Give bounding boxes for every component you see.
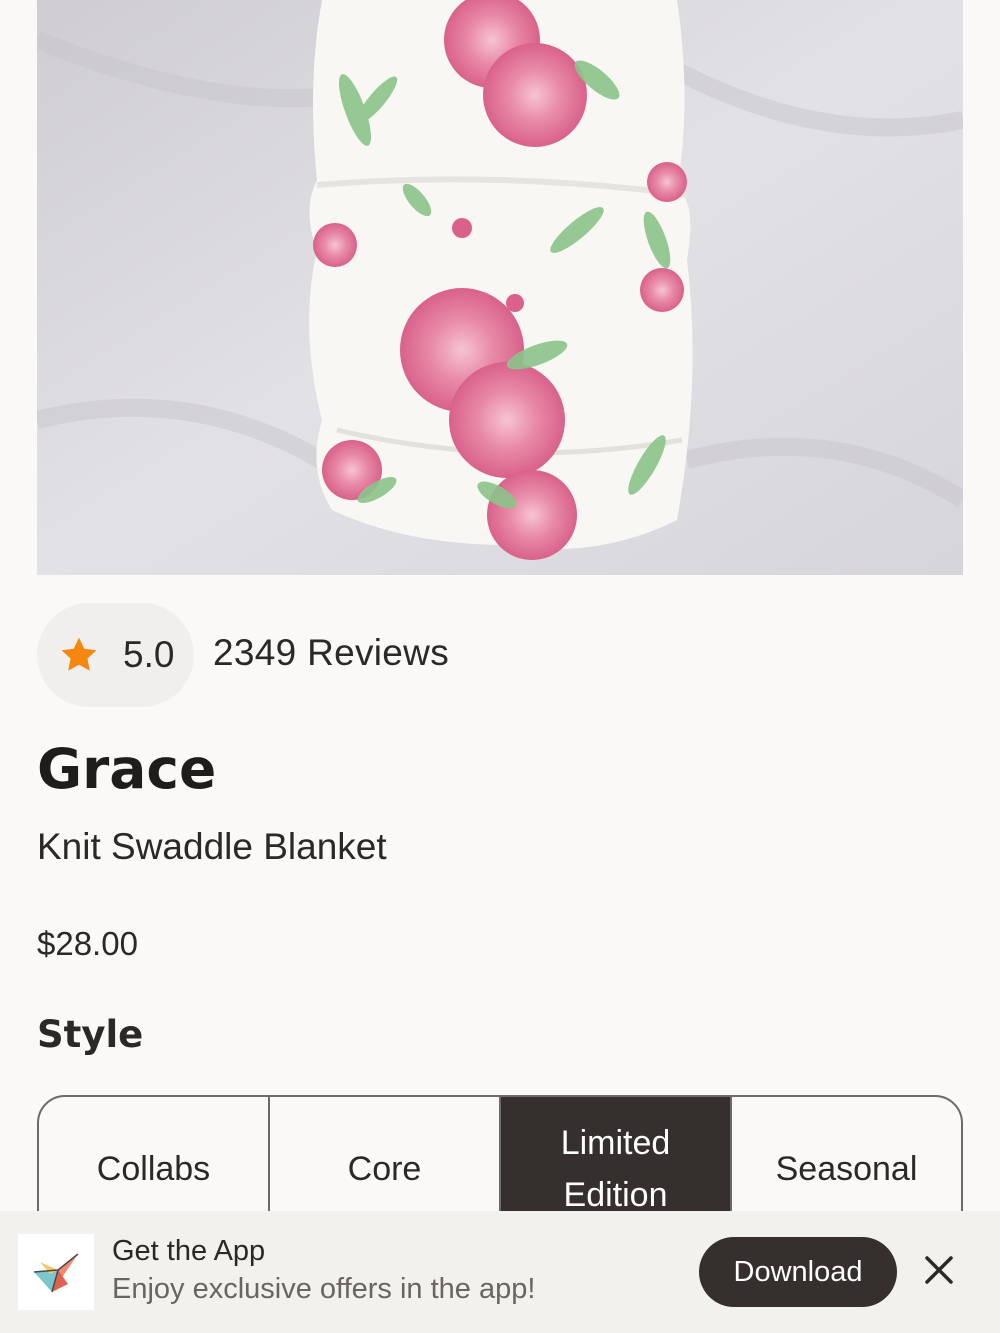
rating-badge[interactable]: 5.0 <box>37 603 194 707</box>
app-download-banner: Get the App Enjoy exclusive offers in th… <box>0 1211 1000 1333</box>
app-banner-description: Enjoy exclusive offers in the app! <box>112 1273 536 1305</box>
product-subtitle: Knit Swaddle Blanket <box>37 826 387 867</box>
star-icon <box>61 637 97 671</box>
app-logo <box>18 1234 94 1310</box>
close-icon[interactable] <box>922 1253 956 1287</box>
product-price: $28.00 <box>37 925 138 962</box>
swaddle-photo <box>37 0 963 575</box>
product-page: 5.0 2349 Reviews Grace Knit Swaddle Blan… <box>0 0 1000 1333</box>
paper-crane-icon <box>33 1253 79 1293</box>
product-title: Grace <box>37 737 217 801</box>
rating-value: 5.0 <box>123 634 175 675</box>
app-banner-title: Get the App <box>112 1235 266 1267</box>
download-button[interactable]: Download <box>699 1237 897 1307</box>
reviews-link[interactable]: 2349 Reviews <box>213 632 449 674</box>
style-heading: Style <box>37 1013 144 1056</box>
product-image[interactable] <box>37 0 963 575</box>
